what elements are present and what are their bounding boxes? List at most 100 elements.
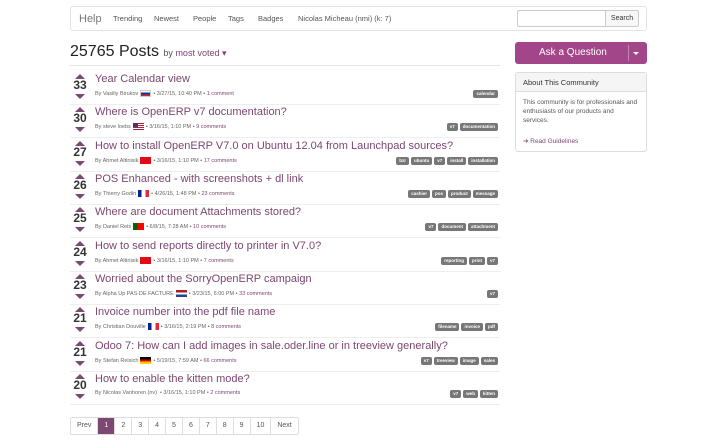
- page-number-button[interactable]: 6: [182, 418, 200, 434]
- post-comments-link[interactable]: 2 comments: [210, 390, 240, 396]
- search-input[interactable]: [517, 10, 606, 27]
- post-author[interactable]: By Ahmet Altinisik: [95, 258, 138, 264]
- post-comments-link[interactable]: 23 comments: [202, 191, 235, 197]
- tag-badge[interactable]: sales: [480, 357, 498, 365]
- post-tags: bzr ubuntu v7 install installation: [396, 157, 498, 165]
- post-comments-link[interactable]: 9 comments: [196, 124, 226, 130]
- tag-badge[interactable]: pdf: [485, 323, 498, 331]
- tag-badge[interactable]: invoice: [461, 323, 483, 331]
- ask-question-button[interactable]: Ask a Question: [515, 42, 647, 64]
- tag-badge[interactable]: bzr: [396, 157, 409, 165]
- post-title-link[interactable]: Odoo 7: How can I add images in sale.ode…: [95, 340, 448, 352]
- post-title-link[interactable]: How to send reports directly to printer …: [95, 240, 321, 252]
- brand-link[interactable]: Help: [79, 13, 102, 25]
- tag-badge[interactable]: reporting: [441, 257, 467, 265]
- tag-badge[interactable]: calendar: [473, 90, 498, 98]
- downvote-arrow-icon[interactable]: [75, 127, 85, 132]
- post-author[interactable]: By Ahmet Altinisik: [95, 158, 138, 164]
- downvote-arrow-icon[interactable]: [75, 161, 85, 166]
- downvote-arrow-icon[interactable]: [75, 261, 85, 266]
- tag-badge[interactable]: install: [447, 157, 467, 165]
- post-comments-link[interactable]: 8 comments: [211, 324, 241, 330]
- sort-dropdown[interactable]: by most voted ▾: [163, 48, 226, 58]
- tag-badge[interactable]: installation: [468, 157, 498, 165]
- country-flag-icon: [138, 190, 150, 197]
- prev-page-button[interactable]: Prev: [71, 418, 99, 434]
- post-author[interactable]: By Vasiliy Birukov: [95, 91, 138, 97]
- downvote-arrow-icon[interactable]: [75, 194, 85, 199]
- page-number-button[interactable]: 10: [250, 418, 272, 434]
- post-title-link[interactable]: Where is OpenERP v7 documentation?: [95, 106, 287, 118]
- post-author[interactable]: By Alpha Up PAS DE FACTURE: [95, 291, 174, 297]
- page-number-button[interactable]: 5: [166, 418, 183, 434]
- post-title-link[interactable]: How to enable the kitten mode?: [95, 373, 250, 385]
- post-comments-link[interactable]: 17 comments: [204, 158, 237, 164]
- tag-badge[interactable]: kitten: [479, 390, 498, 398]
- post-comments-link[interactable]: 66 comments: [203, 358, 236, 364]
- downvote-arrow-icon[interactable]: [75, 94, 85, 99]
- country-flag-icon: [140, 357, 152, 364]
- tag-badge[interactable]: treeview: [433, 357, 458, 365]
- next-page-button[interactable]: Next: [271, 418, 298, 434]
- downvote-arrow-icon[interactable]: [75, 227, 85, 232]
- tag-badge[interactable]: ubuntu: [410, 157, 433, 165]
- tag-badge[interactable]: product: [447, 190, 471, 198]
- nav-badges[interactable]: Badges: [258, 14, 283, 23]
- post-meta: By Vasiliy Birukov • 3/27/15, 10:40 PM • …: [95, 90, 234, 97]
- page-number-button[interactable]: 9: [233, 418, 251, 434]
- tag-badge[interactable]: image: [459, 357, 479, 365]
- tag-badge[interactable]: v7: [425, 223, 437, 231]
- post-title-link[interactable]: Year Calendar view: [95, 73, 190, 85]
- post-author[interactable]: By Christian Douville: [95, 324, 146, 330]
- page-number-button[interactable]: 8: [216, 418, 234, 434]
- tag-badge[interactable]: pos: [431, 190, 446, 198]
- post-comments-link[interactable]: 7 comments: [204, 258, 234, 264]
- tag-badge[interactable]: print: [468, 257, 485, 265]
- tag-badge[interactable]: v7: [446, 123, 458, 131]
- tag-badge[interactable]: filename: [435, 323, 460, 331]
- chevron-down-icon[interactable]: [633, 52, 639, 55]
- post-comments-link[interactable]: 33 comments: [239, 291, 272, 297]
- downvote-arrow-icon[interactable]: [75, 294, 85, 299]
- nav-user-profile[interactable]: Nicolas Micheau (nmi) (k: 7): [298, 14, 391, 23]
- post-tags: calendar: [473, 90, 498, 98]
- post-title-link[interactable]: Invoice number into the pdf file name: [95, 306, 275, 318]
- post-title-link[interactable]: Worried about the SorryOpenERP campaign: [95, 273, 312, 285]
- page-number-button[interactable]: 4: [149, 418, 167, 434]
- tag-badge[interactable]: web: [463, 390, 478, 398]
- post-author[interactable]: By Nicolas Vanhoren (nv): [95, 390, 157, 396]
- downvote-arrow-icon[interactable]: [75, 394, 85, 399]
- nav-tags[interactable]: Tags: [228, 14, 244, 23]
- post-author[interactable]: By Stefan Reisich: [95, 358, 138, 364]
- tag-badge[interactable]: cashier: [408, 190, 430, 198]
- row-divider: [70, 404, 500, 405]
- post-comments-link[interactable]: 10 comments: [193, 224, 226, 230]
- tag-badge[interactable]: document: [438, 223, 466, 231]
- read-guidelines-link[interactable]: ➔ Read Guidelines: [523, 137, 578, 145]
- post-author[interactable]: By steve loebs: [95, 124, 131, 130]
- tag-badge[interactable]: documentation: [459, 123, 498, 131]
- post-author[interactable]: By Thierry Godin: [95, 191, 136, 197]
- tag-badge[interactable]: attachment: [467, 223, 498, 231]
- tag-badge[interactable]: v7: [434, 157, 446, 165]
- downvote-arrow-icon[interactable]: [75, 361, 85, 366]
- search-button[interactable]: Search: [605, 10, 639, 27]
- nav-trending[interactable]: Trending: [113, 14, 142, 23]
- post-comments-link[interactable]: 1 comment: [207, 91, 234, 97]
- post-title-link[interactable]: How to install OpenERP V7.0 on Ubuntu 12…: [95, 140, 453, 152]
- page-number-button[interactable]: 3: [132, 418, 150, 434]
- downvote-arrow-icon[interactable]: [75, 327, 85, 332]
- tag-badge[interactable]: v7: [486, 290, 498, 298]
- tag-badge[interactable]: v7: [450, 390, 462, 398]
- nav-people[interactable]: People: [193, 14, 216, 23]
- post-title-link[interactable]: Where are document Attachments stored?: [95, 206, 301, 218]
- tag-badge[interactable]: v7: [420, 357, 432, 365]
- tag-badge[interactable]: message: [472, 190, 498, 198]
- page-number-button[interactable]: 7: [199, 418, 217, 434]
- nav-newest[interactable]: Newest: [154, 14, 179, 23]
- page-number-button[interactable]: 1: [98, 418, 116, 434]
- page-number-button[interactable]: 2: [115, 418, 133, 434]
- post-title-link[interactable]: POS Enhanced - with screenshots + dl lin…: [95, 173, 303, 185]
- post-author[interactable]: By Daniel Reis: [95, 224, 131, 230]
- tag-badge[interactable]: v7: [486, 257, 498, 265]
